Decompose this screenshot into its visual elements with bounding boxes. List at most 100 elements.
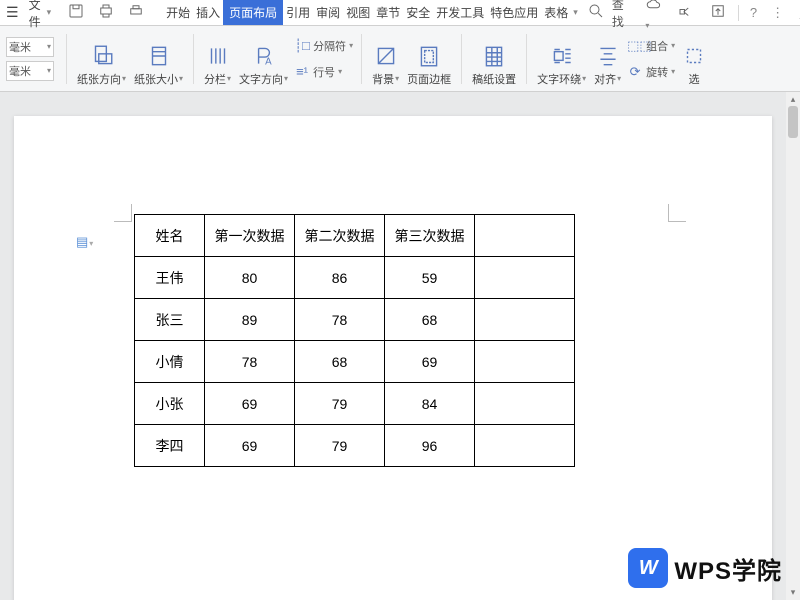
table-cell[interactable]: 68	[385, 299, 475, 341]
tab-10[interactable]: 表格	[541, 0, 571, 25]
tab-1[interactable]: 插入	[193, 0, 223, 25]
cloud-icon[interactable]: ▾	[638, 0, 670, 31]
table-header-cell[interactable]: 第一次数据	[205, 215, 295, 257]
unit-bottom[interactable]: 毫米▾	[6, 61, 54, 81]
save-icon[interactable]	[61, 2, 91, 23]
table-header-cell[interactable]: 第三次数据	[385, 215, 475, 257]
workspace: ▤▾ 姓名第一次数据第二次数据第三次数据 王伟808659张三897868小倩7…	[0, 92, 800, 600]
more-tabs-icon[interactable]: ▾	[571, 7, 580, 18]
page-border-button[interactable]: 页面边框	[403, 31, 455, 87]
text-wrap-button[interactable]: 文字环绕▾	[533, 31, 590, 87]
tab-0[interactable]: 开始	[163, 0, 193, 25]
table-cell[interactable]: 84	[385, 383, 475, 425]
search-icon[interactable]	[580, 2, 612, 23]
data-table[interactable]: 姓名第一次数据第二次数据第三次数据 王伟808659张三897868小倩7868…	[134, 214, 575, 467]
document-page[interactable]: ▤▾ 姓名第一次数据第二次数据第三次数据 王伟808659张三897868小倩7…	[14, 116, 772, 600]
tab-5[interactable]: 视图	[343, 0, 373, 25]
scrollbar-thumb[interactable]	[788, 106, 798, 138]
table-row[interactable]: 小张697984	[135, 383, 575, 425]
scroll-up-icon[interactable]: ▴	[786, 94, 800, 105]
table-cell[interactable]: 79	[295, 425, 385, 467]
line-number-button[interactable]: ≡¹行号▾	[294, 61, 353, 83]
paper-setting-button[interactable]: 稿纸设置	[468, 31, 520, 87]
text-direction-button[interactable]: A 文字方向▾	[235, 31, 292, 87]
tab-7[interactable]: 安全	[403, 0, 433, 25]
table-cell[interactable]: 80	[205, 257, 295, 299]
label: 文字环绕	[537, 71, 581, 87]
share-icon[interactable]	[670, 2, 702, 23]
table-header-cell[interactable]: 姓名	[135, 215, 205, 257]
table-row[interactable]: 张三897868	[135, 299, 575, 341]
paragraph-handle-icon[interactable]: ▤▾	[76, 234, 93, 250]
help-icon[interactable]: ?	[743, 5, 764, 20]
vertical-scrollbar[interactable]: ▴ ▾	[786, 92, 800, 600]
align-button[interactable]: 对齐▾	[590, 31, 625, 87]
page-size-button[interactable]: 纸张大小▾	[130, 31, 187, 87]
table-cell[interactable]: 69	[205, 425, 295, 467]
menu-icon[interactable]: ☰	[0, 4, 25, 21]
table-header-cell[interactable]	[475, 215, 575, 257]
tab-9[interactable]: 特色应用	[487, 0, 541, 25]
table-cell[interactable]: 68	[295, 341, 385, 383]
table-row[interactable]: 王伟808659	[135, 257, 575, 299]
table-header-cell[interactable]: 第二次数据	[295, 215, 385, 257]
dropdown-icon: ▾	[349, 41, 353, 50]
select-button[interactable]: 选	[677, 31, 707, 87]
file-menu[interactable]: 文件	[25, 0, 45, 30]
label: 纸张方向	[77, 71, 121, 87]
table-cell[interactable]: 69	[205, 383, 295, 425]
table-cell[interactable]: 79	[295, 383, 385, 425]
table-cell[interactable]: 王伟	[135, 257, 205, 299]
more-icon[interactable]: ⋮	[764, 5, 792, 21]
dropdown-icon: ▾	[395, 74, 399, 83]
label: 对齐	[594, 71, 616, 87]
label: 页面边框	[407, 71, 451, 87]
table-cell[interactable]	[475, 425, 575, 467]
table-cell[interactable]: 小张	[135, 383, 205, 425]
table-cell[interactable]: 78	[205, 341, 295, 383]
separator-button[interactable]: ┊□分隔符▾	[294, 35, 353, 57]
table-cell[interactable]	[475, 257, 575, 299]
table-cell[interactable]	[475, 341, 575, 383]
table-cell[interactable]: 69	[385, 341, 475, 383]
search-label[interactable]: 查找	[612, 0, 625, 30]
export-icon[interactable]	[702, 2, 734, 23]
label: 分栏	[204, 71, 226, 87]
table-cell[interactable]	[475, 383, 575, 425]
table-cell[interactable]	[475, 299, 575, 341]
tab-8[interactable]: 开发工具	[433, 0, 487, 25]
table-cell[interactable]: 78	[295, 299, 385, 341]
unit-top[interactable]: 毫米▾	[6, 37, 54, 57]
table-cell[interactable]: 96	[385, 425, 475, 467]
tab-3[interactable]: 引用	[283, 0, 313, 25]
table-cell[interactable]: 小倩	[135, 341, 205, 383]
table-row[interactable]: 李四697996	[135, 425, 575, 467]
rotate-button[interactable]: ⟳旋转▾	[627, 61, 675, 83]
table-cell[interactable]: 张三	[135, 299, 205, 341]
table-cell[interactable]: 59	[385, 257, 475, 299]
table-cell[interactable]: 86	[295, 257, 385, 299]
print-icon[interactable]	[121, 2, 151, 23]
margin-corner-tl	[114, 204, 132, 222]
page-orientation-button[interactable]: 纸张方向▾	[73, 31, 130, 87]
tab-2[interactable]: 页面布局	[223, 0, 283, 25]
scroll-down-icon[interactable]: ▾	[786, 587, 800, 598]
separator	[738, 5, 739, 21]
wps-badge-icon: W	[628, 548, 668, 588]
columns-button[interactable]: 分栏▾	[200, 31, 235, 87]
group-button[interactable]: ⬚⬚组合▾	[627, 35, 675, 57]
tab-6[interactable]: 章节	[373, 0, 403, 25]
label: 行号	[313, 64, 335, 80]
menubar-right: 查找 ▾ ? ⋮ ︿	[580, 0, 800, 31]
collapse-icon[interactable]: ︿	[792, 3, 800, 22]
file-dropdown-icon[interactable]: ▾	[45, 7, 54, 18]
print-preview-icon[interactable]	[91, 2, 121, 23]
table-cell[interactable]: 89	[205, 299, 295, 341]
dropdown-icon: ▾	[284, 74, 288, 83]
table-cell[interactable]: 李四	[135, 425, 205, 467]
tab-4[interactable]: 审阅	[313, 0, 343, 25]
table-row[interactable]: 小倩786869	[135, 341, 575, 383]
group-rotate-stack: ⬚⬚组合▾ ⟳旋转▾	[625, 35, 677, 83]
page-border-icon	[416, 41, 442, 71]
background-button[interactable]: 背景▾	[368, 31, 403, 87]
